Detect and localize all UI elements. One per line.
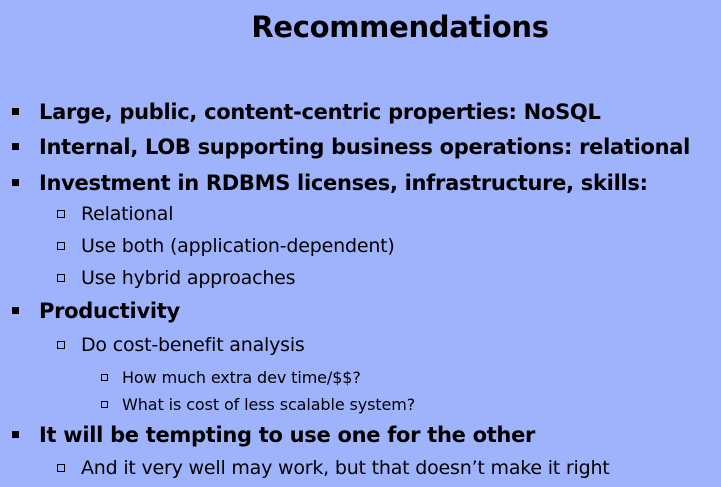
slide: Recommendations Large, public, content-c… (0, 0, 721, 487)
bullet-text: Use both (application-dependent) (81, 235, 395, 257)
bullet-item-level2: Relational (57, 203, 173, 225)
slide-title: Recommendations (251, 10, 549, 44)
bullet-item-level1: Investment in RDBMS licenses, infrastruc… (12, 171, 648, 195)
bullet-text: It will be tempting to use one for the o… (39, 423, 536, 447)
hollow-square-bullet-icon (57, 340, 65, 349)
square-bullet-icon (12, 178, 19, 186)
hollow-square-bullet-icon (57, 463, 65, 472)
bullet-item-level1: It will be tempting to use one for the o… (12, 423, 535, 447)
square-bullet-icon (12, 430, 19, 438)
square-bullet-icon (12, 142, 19, 150)
bullet-item-level2: Use hybrid approaches (57, 267, 296, 289)
hollow-square-bullet-icon (57, 273, 65, 282)
bullet-item-level1: Large, public, content-centric propertie… (12, 100, 601, 124)
bullet-item-level2: Use both (application-dependent) (57, 235, 395, 257)
bullet-item-level1: Productivity (12, 299, 180, 323)
bullet-text: Internal, LOB supporting business operat… (39, 135, 691, 159)
bullet-text: Investment in RDBMS licenses, infrastruc… (39, 171, 648, 195)
square-bullet-icon (12, 306, 19, 314)
hollow-square-bullet-icon (101, 374, 108, 381)
bullet-text: How much extra dev time/$$? (122, 368, 361, 387)
bullet-item-level3: How much extra dev time/$$? (101, 368, 361, 387)
bullet-text: What is cost of less scalable system? (122, 395, 416, 414)
bullet-text: Relational (81, 203, 174, 225)
bullet-item-level1: Internal, LOB supporting business operat… (12, 135, 690, 159)
bullet-text: And it very well may work, but that does… (81, 457, 610, 479)
bullet-text: Large, public, content-centric propertie… (39, 100, 601, 124)
hollow-square-bullet-icon (57, 209, 65, 218)
bullet-item-level3: What is cost of less scalable system? (101, 395, 415, 414)
square-bullet-icon (12, 107, 19, 115)
bullet-text: Use hybrid approaches (81, 267, 296, 289)
hollow-square-bullet-icon (57, 241, 65, 250)
bullet-text: Do cost-benefit analysis (81, 334, 305, 356)
bullet-text: Productivity (39, 299, 180, 323)
hollow-square-bullet-icon (101, 401, 108, 408)
bullet-item-level2: Do cost-benefit analysis (57, 334, 305, 356)
bullet-item-level2: And it very well may work, but that does… (57, 457, 610, 479)
